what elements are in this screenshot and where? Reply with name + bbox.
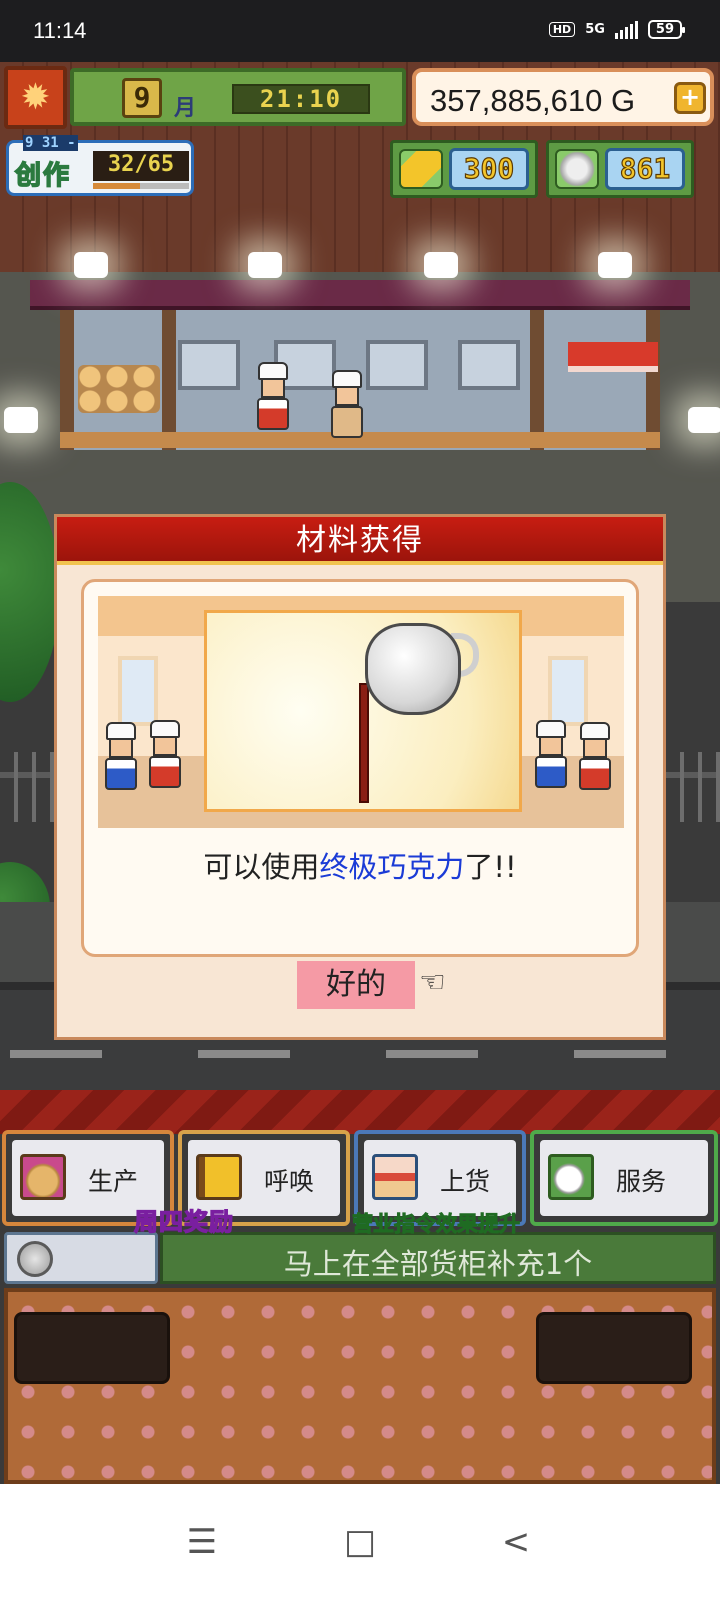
create-progress-fill	[93, 183, 141, 189]
hd-badge: HD	[548, 22, 576, 37]
hand-pointer-icon: ☜	[419, 965, 446, 1000]
menu-band	[0, 1090, 720, 1134]
material-frame	[204, 610, 522, 812]
jug-icon	[365, 623, 461, 715]
bottom-slot-right[interactable]	[536, 1312, 692, 1384]
home-button[interactable]: □	[336, 1518, 384, 1566]
window	[118, 656, 158, 726]
pillar	[162, 310, 176, 450]
pillar	[60, 310, 74, 450]
coin-panel[interactable]: 861	[546, 140, 694, 198]
lamp-icon	[4, 407, 38, 433]
material-name: 终极巧克力	[319, 850, 465, 884]
money-display: 357,885,610 G +	[412, 68, 714, 126]
chef-character[interactable]	[330, 370, 364, 440]
window	[548, 656, 588, 726]
battery-icon: 59	[647, 20, 686, 39]
create-count: 32/65	[93, 151, 189, 181]
coin-count: 861	[605, 148, 685, 190]
material-illustration	[98, 596, 624, 828]
dialog-card: 可以使用终极巧克力了!!	[81, 579, 639, 957]
pillar	[646, 310, 660, 450]
material-dialog: 材料获得 可以使用终极巧克力了!! 好的 ☜	[54, 514, 666, 1040]
game-scene[interactable]: ✹ 9 月 21:10 357,885,610 G + 9 31 - 创作 32…	[0, 62, 720, 1484]
coin-icon	[555, 149, 599, 189]
chef-character	[534, 720, 568, 790]
coin-icon	[17, 1241, 53, 1277]
coin-slot[interactable]	[4, 1232, 158, 1284]
pillar	[530, 310, 544, 450]
ok-button[interactable]: 好的	[297, 961, 415, 1009]
plus-icon[interactable]: +	[674, 82, 706, 114]
coffee-cup-icon	[548, 1154, 594, 1200]
month-label: 月	[174, 96, 197, 121]
bottom-slot-left[interactable]	[14, 1312, 170, 1384]
cake-icon	[372, 1154, 418, 1200]
message-prefix: 可以使用	[203, 850, 320, 884]
status-time: 11:14	[33, 18, 87, 43]
message-suffix: 了!!	[464, 850, 517, 884]
chocolate-stick	[359, 683, 369, 803]
service-label: 服务	[616, 1167, 667, 1196]
flag-icon	[196, 1154, 242, 1200]
signal-icon	[614, 20, 638, 39]
create-sub-label: 9 31 -	[23, 135, 78, 151]
promo-thursday-reward: 周四奖励	[133, 1207, 234, 1236]
battery-level: 59	[655, 22, 674, 37]
lamp-icon	[598, 252, 632, 278]
lamp-icon	[248, 252, 282, 278]
chef-character	[578, 722, 612, 792]
network-label: 5G	[585, 22, 605, 37]
chef-character[interactable]	[256, 362, 290, 432]
oven	[366, 340, 428, 390]
shop-awning	[30, 280, 690, 310]
task-text: 马上在全部货柜补充1个	[283, 1247, 593, 1281]
create-points-panel[interactable]: 9 31 - 创作 32/65	[6, 135, 194, 196]
gold-bar-count: 300	[449, 148, 529, 190]
back-button[interactable]: <	[492, 1518, 540, 1566]
gold-bar-panel[interactable]: 300	[390, 140, 538, 198]
bottom-panel	[4, 1288, 716, 1484]
task-bar[interactable]: 马上在全部货柜补充1个	[160, 1232, 716, 1284]
lamp-icon	[424, 252, 458, 278]
month-number: 9	[122, 78, 162, 118]
oven	[178, 340, 240, 390]
lamp-icon	[688, 407, 720, 433]
dialog-message: 可以使用终极巧克力了!!	[84, 844, 636, 886]
restock-label: 上货	[440, 1167, 491, 1196]
status-bar: 11:14 HD 5G 59	[0, 0, 720, 62]
date-display: 9 月 21:10	[70, 68, 406, 126]
create-label: 创作	[14, 160, 72, 192]
status-icons: HD 5G 59	[548, 20, 686, 39]
promo-command-boost: 营业指令效果提升	[352, 1212, 521, 1237]
money-value: 357,885,610 G	[430, 83, 636, 118]
chef-character	[104, 722, 138, 792]
call-label: 呼唤	[264, 1167, 315, 1196]
system-nav-bar: ☰ □ <	[0, 1484, 720, 1600]
create-progress-bar	[93, 183, 189, 189]
gold-bar-icon	[399, 149, 443, 189]
oven	[458, 340, 520, 390]
bread-icon	[20, 1154, 66, 1200]
game-clock: 21:10	[232, 84, 370, 114]
red-awning	[568, 342, 658, 372]
dialog-title: 材料获得	[57, 517, 663, 565]
recent-apps-button[interactable]: ☰	[178, 1518, 226, 1566]
lamp-icon	[74, 252, 108, 278]
bread-display	[78, 365, 160, 413]
service-button[interactable]: 服务	[530, 1130, 718, 1226]
produce-label: 生产	[88, 1167, 139, 1196]
maple-leaf-icon: ✹	[4, 66, 67, 129]
chef-character	[148, 720, 182, 790]
